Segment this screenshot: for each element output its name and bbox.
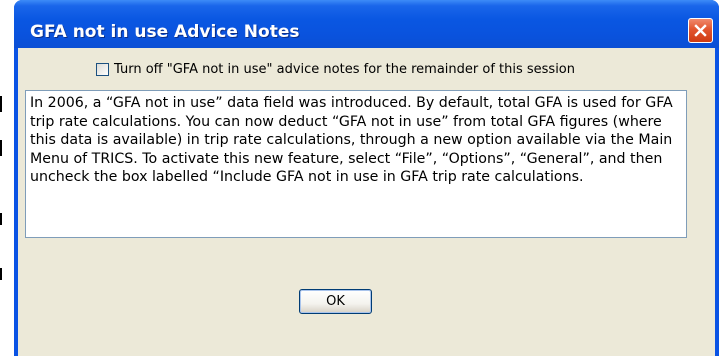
screen: GFA not in use Advice Notes Turn off "GF… xyxy=(0,0,719,356)
advice-dialog: GFA not in use Advice Notes Turn off "GF… xyxy=(14,0,719,356)
advice-text-box: In 2006, a “GFA not in use” data field w… xyxy=(25,90,687,238)
title-bar[interactable]: GFA not in use Advice Notes xyxy=(14,0,719,48)
background-window-edge xyxy=(0,96,2,112)
background-window-edge xyxy=(0,140,2,156)
turn-off-advice-label: Turn off "GFA not in use" advice notes f… xyxy=(114,62,575,77)
background-window-edge xyxy=(0,213,2,225)
advice-text: In 2006, a “GFA not in use” data field w… xyxy=(30,95,673,185)
turn-off-advice-checkbox[interactable] xyxy=(96,63,109,76)
background-window-edge xyxy=(0,268,2,280)
ok-button[interactable]: OK xyxy=(299,289,372,314)
dialog-body: Turn off "GFA not in use" advice notes f… xyxy=(18,48,715,356)
close-button[interactable] xyxy=(688,18,713,43)
turn-off-advice-checkbox-row[interactable]: Turn off "GFA not in use" advice notes f… xyxy=(96,62,575,77)
close-icon xyxy=(694,24,707,37)
dialog-title: GFA not in use Advice Notes xyxy=(30,22,300,42)
